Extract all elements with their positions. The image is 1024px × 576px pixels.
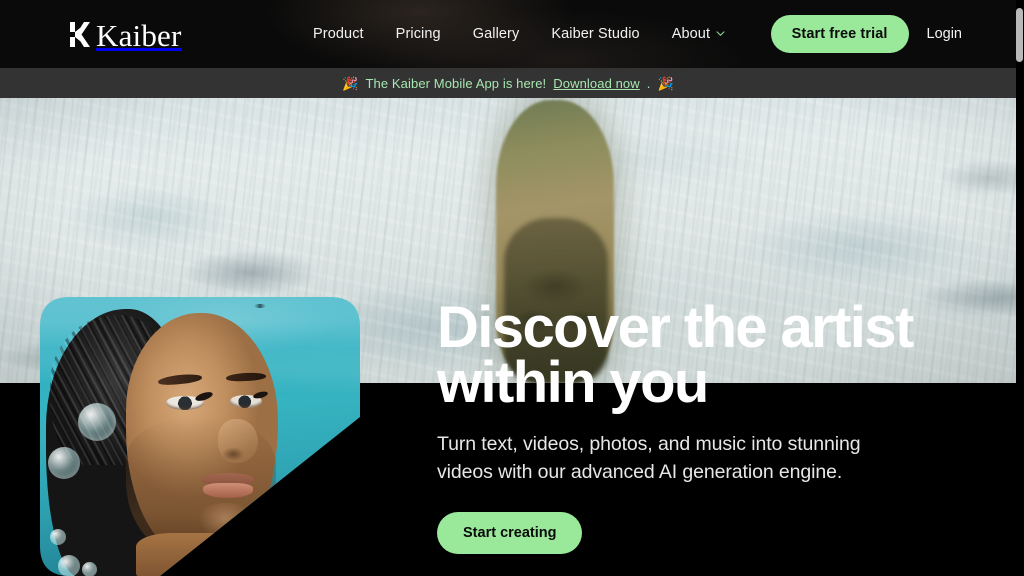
nav-label: About: [671, 26, 711, 42]
portrait-bubble: [78, 403, 116, 441]
kaiber-landing-page: Discover the artist within you Turn text…: [0, 0, 1024, 576]
start-creating-button[interactable]: Start creating: [437, 511, 583, 554]
nav-item-pricing[interactable]: Pricing: [380, 26, 457, 42]
portrait-bubble: [58, 555, 80, 576]
nav-label: Kaiber Studio: [551, 26, 640, 42]
start-free-trial-button[interactable]: Start free trial: [770, 15, 909, 53]
nav-label: Pricing: [395, 26, 441, 42]
hero-heading: Discover the artist within you: [437, 295, 914, 416]
announcement-trailing: .: [646, 75, 651, 91]
kaiber-logo-text: Kaiber: [96, 17, 182, 53]
nav-item-gallery[interactable]: Gallery: [457, 26, 536, 42]
party-popper-icon: 🎉: [657, 75, 674, 91]
scrollbar-thumb[interactable]: [1016, 8, 1023, 62]
kaiber-logo[interactable]: Kaiber: [68, 17, 182, 51]
portrait-nose: [218, 419, 258, 463]
login-link[interactable]: Login: [919, 26, 970, 42]
announcement-bar: 🎉 The Kaiber Mobile App is here! Downloa…: [0, 68, 1016, 98]
portrait-bubble: [82, 562, 97, 576]
portrait-bird: [254, 304, 266, 308]
nav-item-product[interactable]: Product: [313, 26, 380, 42]
kaiber-k-icon: [70, 21, 90, 47]
chevron-down-icon: [716, 30, 725, 36]
portrait-bubble: [48, 447, 80, 479]
party-popper-icon: 🎉: [342, 75, 359, 91]
nav-item-about[interactable]: About: [656, 26, 741, 42]
hero-subheading: Turn text, videos, photos, and music int…: [437, 433, 861, 483]
nav-item-kaiber-studio[interactable]: Kaiber Studio: [535, 26, 655, 42]
announcement-content: 🎉 The Kaiber Mobile App is here! Downloa…: [342, 76, 674, 91]
primary-nav: Product Pricing Gallery Kaiber Studio Ab…: [313, 0, 741, 68]
header-actions: Start free trial Login: [770, 0, 970, 68]
announcement-text: The Kaiber Mobile App is here!: [365, 75, 547, 91]
nav-label: Gallery: [472, 26, 520, 42]
nav-label: Product: [313, 26, 364, 42]
site-header: Kaiber Product Pricing Gallery Kaiber St…: [0, 0, 1016, 68]
scrollbar-track[interactable]: [1016, 0, 1024, 576]
hero-copy: Discover the artist within you Turn text…: [437, 295, 997, 554]
portrait-lip-lower: [203, 483, 253, 498]
portrait-bubble: [50, 529, 66, 545]
download-now-link[interactable]: Download now: [553, 76, 639, 91]
